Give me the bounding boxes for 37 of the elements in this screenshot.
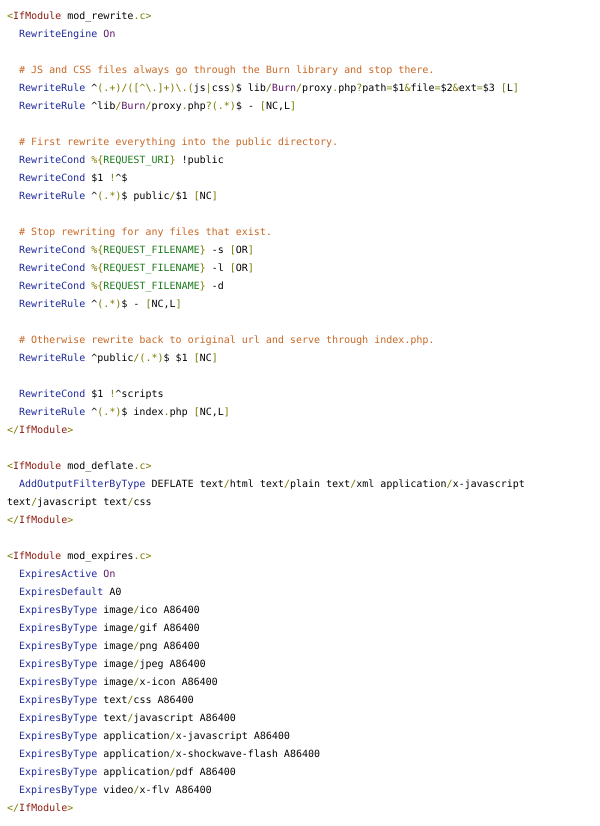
code-line: ExpiresByType text/javascript A86400 [18, 712, 237, 726]
code-line: RewriteCond %{REQUEST_URI} !public [18, 154, 225, 168]
code-line: </IfModule> [7, 424, 74, 438]
code-line: ExpiresByType image/x-icon A86400 [18, 676, 219, 690]
code-line: </IfModule> [7, 514, 74, 528]
code-line: RewriteRule ^public/(.*)$ $1 [NC] [18, 352, 219, 366]
code-line: RewriteRule ^(.*)$ public/$1 [NC] [18, 190, 219, 204]
code-line: ExpiresByType application/pdf A86400 [18, 766, 237, 780]
code-line: RewriteRule ^lib/Burn/proxy.php?(.*)$ - [NC,L] [18, 100, 298, 114]
code-line: ExpiresByType application/x-shockwave-flash A86400 [18, 748, 322, 762]
code-line: <IfModule mod_deflate.c> [7, 460, 153, 474]
code-line: RewriteCond %{REQUEST_FILENAME} -s [OR] [18, 244, 255, 258]
code-line: ExpiresByType application/x-javascript A86400 [18, 730, 291, 744]
code-line: ExpiresByType image/ico A86400 [18, 604, 201, 618]
code-line: ExpiresDefault A0 [18, 586, 122, 600]
code-line: RewriteCond $1 !^scripts [18, 388, 165, 402]
code-line: </IfModule> [7, 802, 74, 816]
code-line: <IfModule mod_rewrite.c> [7, 10, 153, 24]
code-line: RewriteRule ^(.*)$ - [NC,L] [18, 298, 183, 312]
code-line: ExpiresByType text/css A86400 [18, 694, 195, 708]
code-line: RewriteRule ^(.*)$ index.php [NC,L] [18, 406, 231, 420]
code-line: RewriteRule ^(.+)/([^\.]+)\.(js|css)$ lib/Burn/proxy.php?path=$1&file=$2&ext=$3 [L] [18, 82, 520, 96]
code-line: <IfModule mod_expires.c> [7, 550, 153, 564]
code-line: ExpiresByType video/x-flv A86400 [18, 784, 213, 798]
code-line: # JS and CSS files always go through the Burn library and stop there. [18, 64, 436, 78]
code-line: ExpiresByType image/png A86400 [18, 640, 201, 654]
code-line: RewriteCond $1 !^$ [18, 172, 128, 186]
code-line: # Otherwise rewrite back to original url and serve through index.php. [18, 334, 436, 348]
code-line: RewriteCond %{REQUEST_FILENAME} -d [18, 280, 225, 294]
code-line: # First rewrite everything into the public directory. [18, 136, 340, 150]
code-line: RewriteEngine On [18, 28, 116, 42]
code-line: AddOutputFilterByType DEFLATE text/html text/plain text/xml application/x-javascript text/javascript text/css [7, 478, 526, 510]
code-line: RewriteCond %{REQUEST_FILENAME} -l [OR] [18, 262, 255, 276]
code-line: ExpiresByType image/gif A86400 [18, 622, 201, 636]
code-line: ExpiresByType image/jpeg A86400 [18, 658, 207, 672]
code-line: # Stop rewriting for any files that exist. [18, 226, 273, 240]
code-line: ExpiresActive On [18, 568, 116, 582]
